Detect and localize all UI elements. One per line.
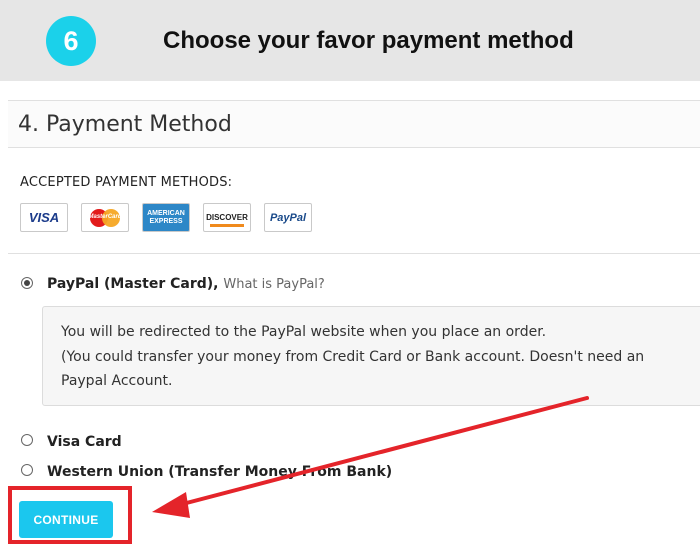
paypal-option-label[interactable]: PayPal (Master Card), What is PayPal?: [47, 276, 325, 292]
section-header: 4. Payment Method: [8, 100, 700, 148]
paypal-info-box: You will be redirected to the PayPal web…: [42, 306, 700, 406]
paypal-card-text: PayPal: [269, 211, 307, 224]
mastercard-icon: MasterCard: [81, 203, 129, 232]
paypal-option-text: PayPal (Master Card),: [47, 276, 219, 292]
western-union-radio[interactable]: [21, 464, 33, 476]
paypal-card-icon: PayPal: [264, 203, 312, 232]
info-line-2: (You could transfer your money from Cred…: [61, 349, 645, 365]
amex-card-icon: AMERICAN EXPRESS: [142, 203, 190, 232]
section-title: 4. Payment Method: [18, 112, 232, 137]
paypal-radio[interactable]: [21, 277, 33, 289]
banner-title: Choose your favor payment method: [163, 27, 574, 54]
accepted-cards-row: VISA MasterCard AMERICAN EXPRESS DISCOVE…: [20, 203, 312, 232]
visa-card-icon: VISA: [20, 203, 68, 232]
amex-card-text: AMERICAN EXPRESS: [147, 209, 185, 225]
discover-card-text: DISCOVER: [206, 213, 248, 222]
continue-button[interactable]: CONTINUE: [19, 501, 113, 538]
mastercard-text: MasterCard: [88, 213, 122, 220]
section-divider: [8, 253, 700, 254]
what-is-paypal-link[interactable]: What is PayPal?: [223, 277, 324, 292]
info-line-3: Paypal Account.: [61, 373, 173, 389]
step-banner: 6 Choose your favor payment method: [0, 0, 700, 81]
accepted-methods-label: ACCEPTED PAYMENT METHODS:: [20, 175, 233, 190]
step-number-badge: 6: [46, 16, 96, 66]
visa-option-label[interactable]: Visa Card: [47, 434, 122, 450]
visa-card-text: VISA: [28, 210, 60, 225]
info-line-1: You will be redirected to the PayPal web…: [61, 324, 547, 340]
discover-card-icon: DISCOVER: [203, 203, 251, 232]
visa-radio[interactable]: [21, 434, 33, 446]
western-union-option-label[interactable]: Western Union (Transfer Money From Bank): [47, 464, 392, 480]
